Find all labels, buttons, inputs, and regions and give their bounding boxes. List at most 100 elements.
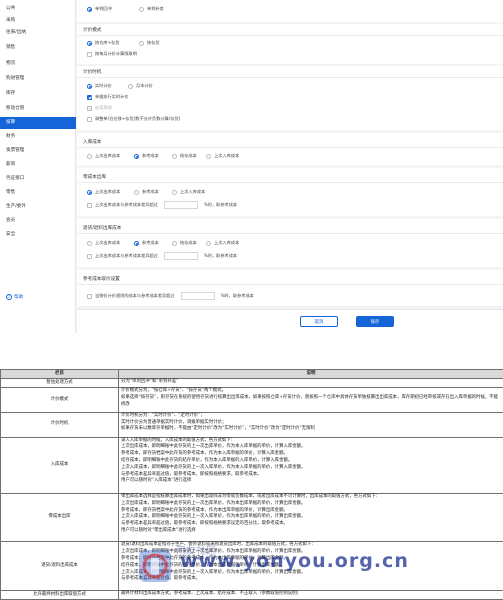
- radio-option[interactable]: 参考成本: [134, 153, 159, 159]
- option-label: 结存成本: [180, 153, 197, 158]
- inbound-cost-section: 入库成本 上次出库成本 参考成本 结存成本 上次入库成本: [77, 133, 503, 165]
- option-label: 上次出库成本: [95, 153, 121, 158]
- option-label: 按仓库+存货: [95, 40, 120, 45]
- radio-selected[interactable]: [134, 153, 139, 159]
- radio[interactable]: [139, 6, 144, 12]
- sidebar-item[interactable]: 会员: [0, 215, 76, 227]
- table-header-row: 栏目 说明: [0, 369, 503, 379]
- checkbox-option[interactable]: 调整单(仓位移+存货)数不允许负数计算(存货): [87, 116, 180, 122]
- sidebar-item[interactable]: 薪资: [0, 159, 76, 171]
- radio-selected[interactable]: [87, 189, 92, 195]
- percent-input[interactable]: [163, 252, 198, 260]
- checkbox[interactable]: [87, 202, 92, 208]
- checkbox-option[interactable]: 上次出库成本与参考成本差异超过 %时，取参考成本: [87, 252, 237, 260]
- table-row: 入库成本 录入入库单据的时候，入库成本的取值方式，各方式如下： 上次出库成本，即明…: [0, 436, 503, 495]
- checkbox-option[interactable]: 上次出库成本与参考成本差异超过 %时，取参考成本: [87, 201, 237, 209]
- sidebar-item[interactable]: 安全: [0, 229, 76, 241]
- sidebar-item[interactable]: 库存: [0, 88, 76, 100]
- percent-input[interactable]: [180, 292, 215, 300]
- checkbox-option[interactable]: 单据执行实时计价: [87, 94, 129, 100]
- sidebar: 公共 采购 往来/出纳 销售 物流 购进管理 库存 移动仓管 核算 财务 发票管…: [0, 0, 76, 333]
- radio[interactable]: [172, 189, 177, 195]
- save-button[interactable]: 保存: [356, 316, 394, 327]
- help-link[interactable]: ? 帮助: [6, 294, 23, 300]
- radio-option[interactable]: 上次入库成本: [172, 189, 205, 195]
- radio-selected[interactable]: [87, 83, 92, 89]
- checkbox[interactable]: [87, 116, 92, 122]
- radio-option[interactable]: 上次入库成本: [206, 153, 239, 159]
- percent-input[interactable]: [163, 201, 198, 209]
- checkbox[interactable]: [87, 293, 92, 299]
- documentation-panel: 栏目 说明 暂估处理方式 分为“单到回冲”和“单到补差” 计价模式 计价模式分为，“按…: [0, 333, 503, 600]
- radio-selected[interactable]: [87, 6, 92, 12]
- checkbox-option[interactable]: 按每月计价计算限取明: [87, 51, 137, 57]
- sidebar-item[interactable]: 采购: [0, 15, 76, 27]
- sidebar-item[interactable]: 往来/出纳: [0, 27, 76, 39]
- option-label: 上次出库成本: [95, 240, 121, 245]
- radio-option[interactable]: 结存成本: [172, 240, 197, 246]
- radio[interactable]: [134, 189, 139, 195]
- sidebar-item[interactable]: 移动仓管: [0, 103, 76, 115]
- table-cell-desc: 最终计材料出库成本方式，参考成本、上次成本、结存成本、不正取入（参数取值控制说明…: [118, 589, 503, 600]
- checkbox[interactable]: [87, 253, 92, 259]
- cancel-button[interactable]: 取消: [300, 316, 338, 327]
- radio-option[interactable]: 单到补差: [139, 6, 164, 12]
- radio-option[interactable]: 上次出库成本: [87, 189, 120, 195]
- radio-option[interactable]: 上次入库成本: [206, 240, 239, 246]
- option-label: 上次入库成本: [214, 153, 240, 158]
- divider: [77, 77, 503, 78]
- radio-option[interactable]: 结存成本: [172, 153, 197, 159]
- divider: [77, 233, 503, 234]
- sidebar-item[interactable]: 销售: [0, 42, 76, 54]
- sidebar-item[interactable]: 公共: [0, 3, 76, 15]
- radio[interactable]: [128, 83, 133, 89]
- checkbox-checked[interactable]: [87, 94, 92, 100]
- radio[interactable]: [87, 153, 92, 159]
- option-label: 按存货: [147, 40, 160, 45]
- sidebar-item[interactable]: 生产/委外: [0, 201, 76, 213]
- radio[interactable]: [87, 240, 92, 246]
- table-row: 计价模式 计价模式分为，“按仓库+存货”、“按存货”两个模式。 如果选择“按存货”…: [0, 387, 503, 413]
- sidebar-item[interactable]: 物流: [0, 58, 76, 70]
- sidebar-item[interactable]: 财务: [0, 131, 76, 143]
- table-cell-item: 计价模式: [0, 387, 119, 413]
- parameter-table: 栏目 说明 暂估处理方式 分为“单到回冲”和“单到补差” 计价模式 计价模式分为，“按…: [0, 369, 503, 600]
- sidebar-item[interactable]: 发票管理: [0, 145, 76, 157]
- radio[interactable]: [206, 153, 211, 159]
- radio[interactable]: [206, 240, 211, 246]
- radio-option[interactable]: 实时计价: [87, 83, 112, 89]
- checkbox-option[interactable]: 当物价计价规则的成本与参考成本差异超过 %时，取参考成本: [87, 292, 254, 300]
- option-label: 结存成本: [180, 240, 197, 245]
- radio-option[interactable]: 单到回冲: [87, 6, 112, 12]
- option-label: 当物价计价规则的成本与参考成本差异超过: [95, 293, 175, 298]
- checkbox[interactable]: [87, 51, 92, 57]
- divider: [77, 147, 503, 148]
- radio-option[interactable]: 参考成本: [134, 189, 159, 195]
- option-label: 调整单(仓位移+存货)数不允许负数计算(存货): [95, 116, 181, 121]
- table-cell-desc: 计价时机分为：“实时计价”、“定时计价”； 实时计价分为普通单据实时计价，调拨单…: [118, 411, 503, 438]
- radio-option[interactable]: 上次出库成本: [87, 240, 120, 246]
- reference-cost-section: 参考成本取价设置 当物价计价规则的成本与参考成本差异超过 %时，取参考成本: [77, 270, 503, 306]
- table-cell-desc: 录入入库单据的时候，入库成本的取值方式，各方式如下： 上次出库成本，即明细账中此…: [118, 436, 503, 495]
- sidebar-item[interactable]: 购进管理: [0, 73, 76, 85]
- radio[interactable]: [139, 40, 144, 46]
- radio[interactable]: [172, 153, 177, 159]
- radio-selected[interactable]: [87, 40, 92, 46]
- option-label: 上次出库成本: [95, 189, 121, 194]
- settings-screenshot: 公共 采购 往来/出纳 销售 物流 购进管理 库存 移动仓管 核算 财务 发票管…: [0, 0, 503, 333]
- table-cell-item: 入库成本: [0, 436, 119, 495]
- radio-option[interactable]: 按存货: [139, 40, 160, 46]
- radio-option[interactable]: 按仓库+存货: [87, 40, 119, 46]
- radio-option[interactable]: 上次出库成本: [87, 153, 120, 159]
- sidebar-item[interactable]: 零售: [0, 187, 76, 199]
- radio-option[interactable]: 参考成本: [134, 240, 159, 246]
- sidebar-item-active[interactable]: 核算: [0, 117, 76, 129]
- option-suffix: %时，取参考成本: [220, 293, 254, 298]
- sidebar-item[interactable]: 凭证接口: [0, 173, 76, 185]
- radio-selected[interactable]: [134, 240, 139, 246]
- table-cell-item: 允许最终材料出库取值方式: [0, 589, 119, 600]
- footer-bar: 取消 保存: [77, 309, 503, 333]
- radio[interactable]: [172, 240, 177, 246]
- radio-option[interactable]: 月末计价: [128, 83, 153, 89]
- option-label: 上次入库成本: [214, 240, 240, 245]
